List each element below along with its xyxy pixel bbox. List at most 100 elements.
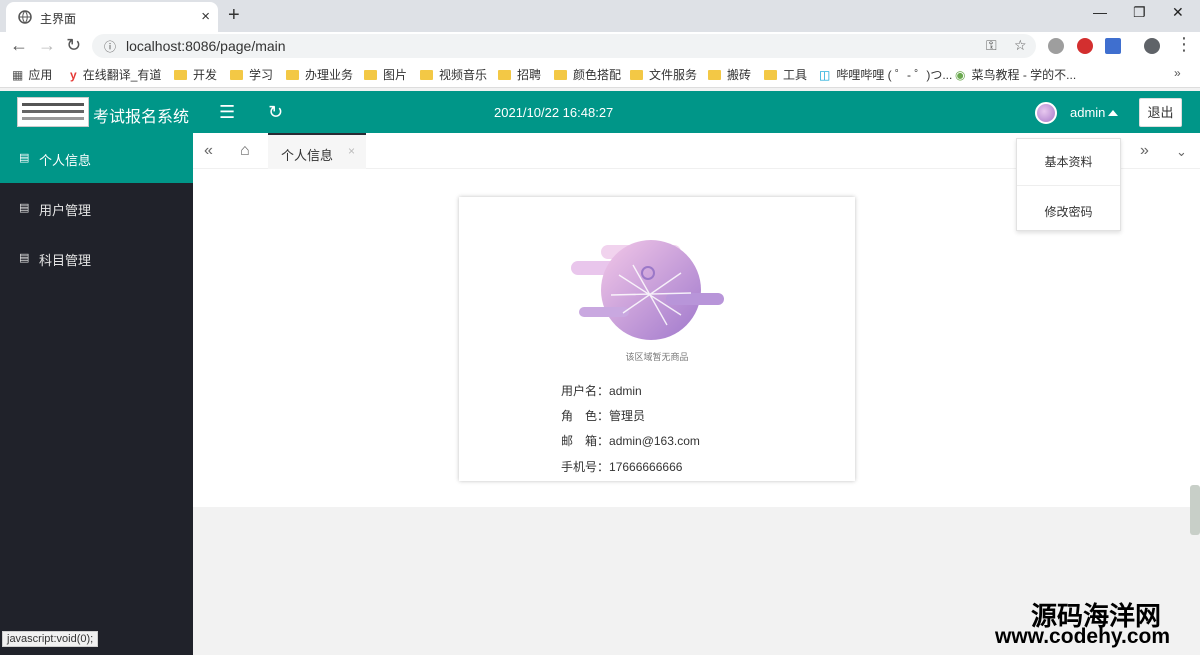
empty-illustration [571, 240, 724, 340]
email-row: 邮 箱：admin@163.com [561, 432, 700, 449]
bookmark-apps[interactable]: ▦ 应用 [12, 66, 52, 83]
profile-card: 该区域暂无商品 用户名：admin 角 色：管理员 邮 箱：admin@163.… [459, 197, 855, 481]
home-icon[interactable]: ⌂ [240, 142, 250, 160]
sidebar-item-label: 个人信息 [39, 153, 92, 168]
folder-icon [230, 70, 243, 80]
menu-fold-icon[interactable]: ☰ [219, 102, 235, 123]
field-label: 用户名： [561, 384, 610, 398]
field-value: admin [609, 384, 642, 398]
folder-icon [764, 70, 777, 80]
tabs-scroll-left-icon[interactable]: « [204, 142, 213, 160]
bookmark-folder[interactable]: 学习 [230, 66, 273, 83]
more-menu-icon[interactable]: ⋮ [1175, 34, 1193, 55]
sidebar-item-label: 科目管理 [39, 253, 92, 268]
forward-icon[interactable]: → [38, 35, 56, 56]
runoob-icon: ◉ [955, 68, 966, 82]
browser-tab-title: 主界面 [40, 12, 77, 26]
app-title: 考试报名系统 [93, 109, 190, 126]
folder-icon [364, 70, 377, 80]
bookmark-folder[interactable]: 搬砖 [708, 66, 751, 83]
sidebar: ▤ 个人信息 ▤ 用户管理 ▤ 科目管理 [0, 133, 193, 655]
current-datetime: 2021/10/22 16:48:27 [494, 105, 614, 120]
field-value: 17666666666 [609, 460, 683, 474]
school-logo [17, 97, 89, 127]
tab-close-icon[interactable]: × [348, 144, 355, 158]
folder-icon [286, 70, 299, 80]
folder-icon [420, 70, 433, 80]
folder-icon [554, 70, 567, 80]
chevron-down-icon[interactable]: ⌄ [1176, 144, 1187, 160]
field-label: 手机号： [561, 460, 610, 474]
phone-row: 手机号：17666666666 [561, 458, 682, 475]
key-icon[interactable]: ⚿ [986, 37, 997, 54]
logout-button[interactable]: 退出 [1139, 98, 1182, 127]
user-dropdown-menu: 基本资料 修改密码 [1016, 138, 1121, 231]
avatar[interactable] [1035, 102, 1057, 124]
address-bar[interactable]: ⓘ localhost:8086/page/main ⚿ ☆ [92, 34, 1036, 58]
bookmark-folder[interactable]: 办理业务 [286, 66, 353, 83]
bookmark-folder[interactable]: 视频音乐 [420, 66, 487, 83]
document-icon: ▤ [19, 152, 30, 164]
bilibili-icon: ◫ [819, 68, 831, 82]
scrollbar[interactable] [1190, 485, 1200, 535]
bookmark-runoob[interactable]: ◉ 菜鸟教程 - 学的不... [955, 66, 1076, 83]
tab-label: 个人信息 [281, 148, 334, 163]
browser-tab[interactable]: 主界面 × [6, 2, 218, 32]
restore-icon[interactable]: ❐ [1133, 4, 1146, 21]
watermark-url: www.codehy.com [995, 625, 1171, 648]
menu-item-basic-info[interactable]: 基本资料 [1017, 153, 1120, 170]
minimize-icon[interactable]: — [1093, 4, 1107, 20]
refresh-icon[interactable]: ↻ [268, 102, 283, 123]
youdao-icon: y [70, 68, 77, 82]
document-icon: ▤ [19, 202, 30, 214]
role-row: 角 色：管理员 [561, 407, 645, 424]
sidebar-item-user-management[interactable]: ▤ 用户管理 [0, 183, 193, 233]
profile-icon[interactable] [1144, 38, 1160, 54]
menu-item-change-password[interactable]: 修改密码 [1017, 203, 1120, 220]
extension-jh-icon[interactable] [1105, 38, 1121, 54]
site-info-icon[interactable]: ⓘ [104, 38, 116, 55]
reload-icon[interactable]: ↻ [66, 35, 81, 56]
tab-close-icon[interactable]: × [201, 8, 210, 25]
username[interactable]: admin [1070, 105, 1105, 120]
username-row: 用户名：admin [561, 382, 642, 399]
extension-shield-icon[interactable] [1077, 38, 1093, 54]
sidebar-item-personal-info[interactable]: ▤ 个人信息 [0, 133, 193, 183]
sidebar-item-label: 用户管理 [39, 203, 92, 218]
browser-tab-strip: 主界面 × + — ❐ ✕ [0, 0, 1200, 32]
bookmark-folder[interactable]: 颜色搭配 [554, 66, 621, 83]
sidebar-item-subject-management[interactable]: ▤ 科目管理 [0, 233, 193, 283]
tab-personal-info[interactable]: 个人信息 × [268, 133, 366, 169]
url-text[interactable]: localhost:8086/page/main [126, 38, 286, 54]
back-icon[interactable]: ← [10, 35, 28, 56]
bookmark-folder[interactable]: 图片 [364, 66, 407, 83]
bookmark-youdao[interactable]: y 在线翻译_有道 [70, 66, 161, 83]
field-label: 邮 箱： [561, 434, 610, 448]
empty-state-text: 该区域暂无商品 [625, 352, 689, 362]
bookmark-folder[interactable]: 工具 [764, 66, 807, 83]
app-header: 考试报名系统 ☰ ↻ 2021/10/22 16:48:27 admin 退出 [0, 91, 1200, 133]
bookmarks-overflow-icon[interactable]: » [1174, 66, 1181, 80]
bookmark-folder[interactable]: 文件服务 [630, 66, 697, 83]
folder-icon [630, 70, 643, 80]
field-label: 角 色： [561, 409, 610, 423]
folder-icon [708, 70, 721, 80]
status-bar: javascript:void(0); [2, 631, 99, 647]
tabs-scroll-right-icon[interactable]: » [1140, 142, 1149, 160]
extension-m-icon[interactable] [1048, 38, 1064, 54]
bookmark-bilibili[interactable]: ◫ 哔哩哔哩 ( ゜- ゜)つ... [819, 66, 952, 83]
bookmark-folder[interactable]: 开发 [174, 66, 217, 83]
folder-icon [174, 70, 187, 80]
caret-up-icon[interactable] [1108, 110, 1118, 116]
bookmark-folder[interactable]: 招聘 [498, 66, 541, 83]
star-icon[interactable]: ☆ [1014, 37, 1027, 54]
menu-divider [1017, 185, 1120, 186]
field-value: admin@163.com [609, 434, 700, 448]
new-tab-button[interactable]: + [228, 4, 240, 27]
apps-grid-icon: ▦ [12, 68, 24, 82]
folder-icon [498, 70, 511, 80]
bookmarks-bar: ▦ 应用 y 在线翻译_有道 开发 学习 办理业务 图片 视频音乐 招聘 颜色搭配 … [0, 60, 1200, 88]
address-row: ← → ↻ ⓘ localhost:8086/page/main ⚿ ☆ ⋮ [0, 32, 1200, 60]
window-close-icon[interactable]: ✕ [1172, 4, 1184, 21]
field-value: 管理员 [609, 409, 646, 423]
